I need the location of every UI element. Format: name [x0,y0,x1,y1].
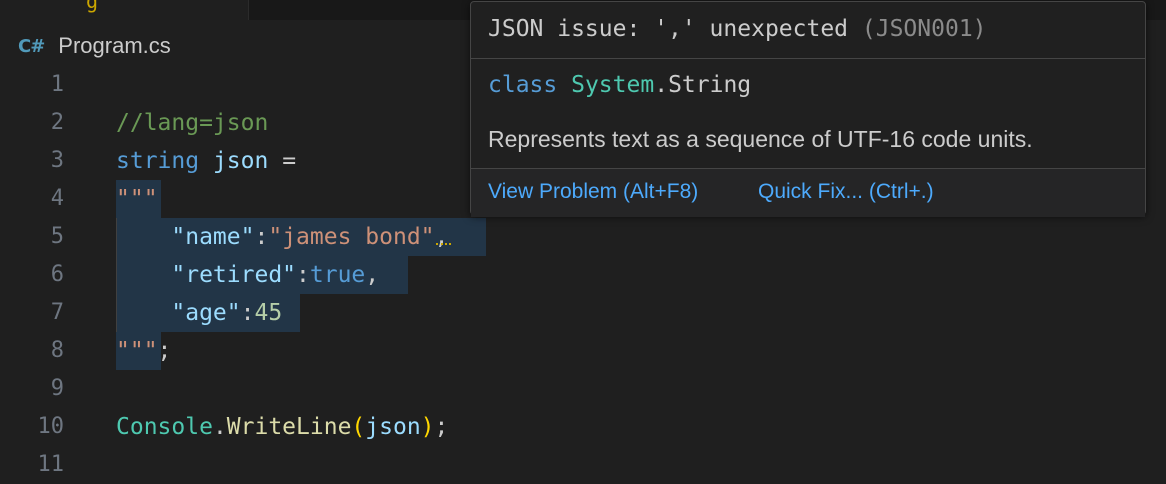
type-signature: class System.String [488,72,751,98]
code-token: string [116,148,200,174]
code-token: """ [116,338,158,364]
code-token: "retired" [171,262,297,288]
code-token: = [268,148,297,174]
signature-name: String [668,72,752,98]
line-number: 3 [50,148,64,173]
code-token: , [434,224,449,250]
code-text: "retired":true, [116,256,379,294]
code-token: : [254,224,269,250]
code-text: """ [116,180,158,218]
diagnostic-text: JSON issue: ',' unexpected [488,16,849,42]
code-token: """ [116,186,158,212]
code-text: "name":"james bond", [116,218,448,256]
signature-keyword: class [488,72,558,98]
code-text: string json = [116,142,296,180]
code-line[interactable]: 8 """; [0,332,1166,370]
code-token: ; [157,338,172,364]
hover-widget: JSON issue: ',' unexpected (JSON001) cla… [470,1,1146,217]
code-token: "james bond" [268,224,435,250]
code-token: 45 [254,300,283,326]
line-number: 8 [50,338,64,363]
hover-actions: View Problem (Alt+F8) Quick Fix... (Ctrl… [471,168,1145,217]
line-number: 1 [50,72,64,97]
code-line[interactable]: 6 "retired":true, [0,256,1166,294]
code-token: . [212,414,227,440]
code-text: """; [116,332,171,370]
code-token: , [365,262,380,288]
csharp-file-icon: C# [18,35,45,57]
tab-program-cs[interactable]: g [0,0,249,20]
diagnostic-code: (JSON001) [861,16,987,42]
line-number: 6 [50,262,64,287]
code-token: "age" [171,300,241,326]
code-token: ) [420,414,435,440]
code-token: true [309,262,366,288]
code-token: json [212,148,269,174]
code-token: "name" [171,224,255,250]
code-token: Console [116,414,213,440]
signature-namespace: System [571,72,655,98]
code-line[interactable]: 9 [0,370,1166,408]
code-line[interactable]: 7 "age":45 [0,294,1166,332]
breadcrumb[interactable]: C# Program.cs [18,30,171,62]
code-token: json [365,414,421,440]
line-number: 2 [50,110,64,135]
code-token: //lang=json [116,110,269,136]
code-token: : [296,262,310,288]
type-description: Represents text as a sequence of UTF-16 … [488,126,1033,152]
line-number: 11 [37,452,65,477]
code-token: : [240,300,255,326]
line-number: 4 [50,186,64,211]
line-number: 9 [50,376,64,401]
code-token: ; [434,414,449,440]
code-text: "age":45 [116,294,282,332]
line-number: 7 [50,300,64,325]
code-token: WriteLine [226,414,352,440]
tab-label-fragment: g [86,0,99,13]
code-line[interactable]: 5 "name":"james bond", [0,218,1166,256]
code-token: ( [351,414,366,440]
code-line[interactable]: 11 [0,446,1166,484]
code-text: //lang=json [116,104,268,142]
code-text: Console.WriteLine(json); [116,408,448,446]
hover-divider [471,58,1145,59]
line-number: 10 [37,414,65,439]
diagnostic-message: JSON issue: ',' unexpected (JSON001) [488,16,987,42]
view-problem-link[interactable]: View Problem (Alt+F8) [488,180,698,204]
breadcrumb-file[interactable]: Program.cs [58,33,170,59]
line-number: 5 [50,224,64,249]
quick-fix-link[interactable]: Quick Fix... (Ctrl+.) [758,180,934,204]
signature-dot: . [654,72,669,98]
code-line[interactable]: 10 Console.WriteLine(json); [0,408,1166,446]
